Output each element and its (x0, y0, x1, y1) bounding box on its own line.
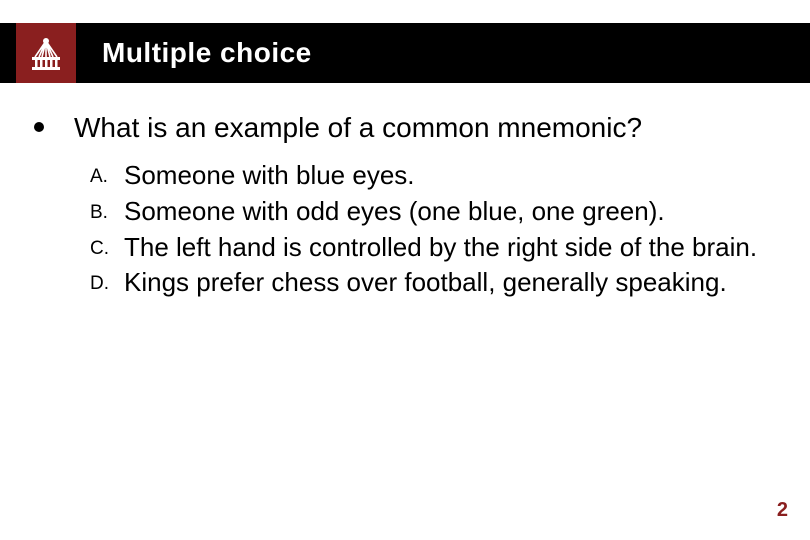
slide-title: Multiple choice (102, 37, 312, 69)
university-logo-icon (22, 27, 70, 80)
bullet-icon (34, 122, 44, 132)
page-number: 2 (777, 499, 788, 522)
content-area: What is an example of a common mnemonic?… (34, 110, 770, 302)
option-b: B. Someone with odd eyes (one blue, one … (90, 195, 770, 229)
option-d: D. Kings prefer chess over football, gen… (90, 266, 770, 300)
logo-box (16, 23, 76, 83)
question-text: What is an example of a common mnemonic? (74, 110, 642, 145)
option-text: The left hand is controlled by the right… (124, 231, 757, 265)
option-letter: B. (90, 195, 124, 224)
option-text: Someone with blue eyes. (124, 159, 415, 193)
header-bar: Multiple choice (0, 23, 810, 83)
option-letter: A. (90, 159, 124, 188)
option-letter: C. (90, 231, 124, 260)
option-a: A. Someone with blue eyes. (90, 159, 770, 193)
options-list: A. Someone with blue eyes. B. Someone wi… (90, 159, 770, 300)
option-text: Someone with odd eyes (one blue, one gre… (124, 195, 665, 229)
option-c: C. The left hand is controlled by the ri… (90, 231, 770, 265)
option-text: Kings prefer chess over football, genera… (124, 266, 727, 300)
slide: Multiple choice What is an example of a … (0, 0, 810, 540)
question-row: What is an example of a common mnemonic? (34, 110, 770, 145)
option-letter: D. (90, 266, 124, 295)
